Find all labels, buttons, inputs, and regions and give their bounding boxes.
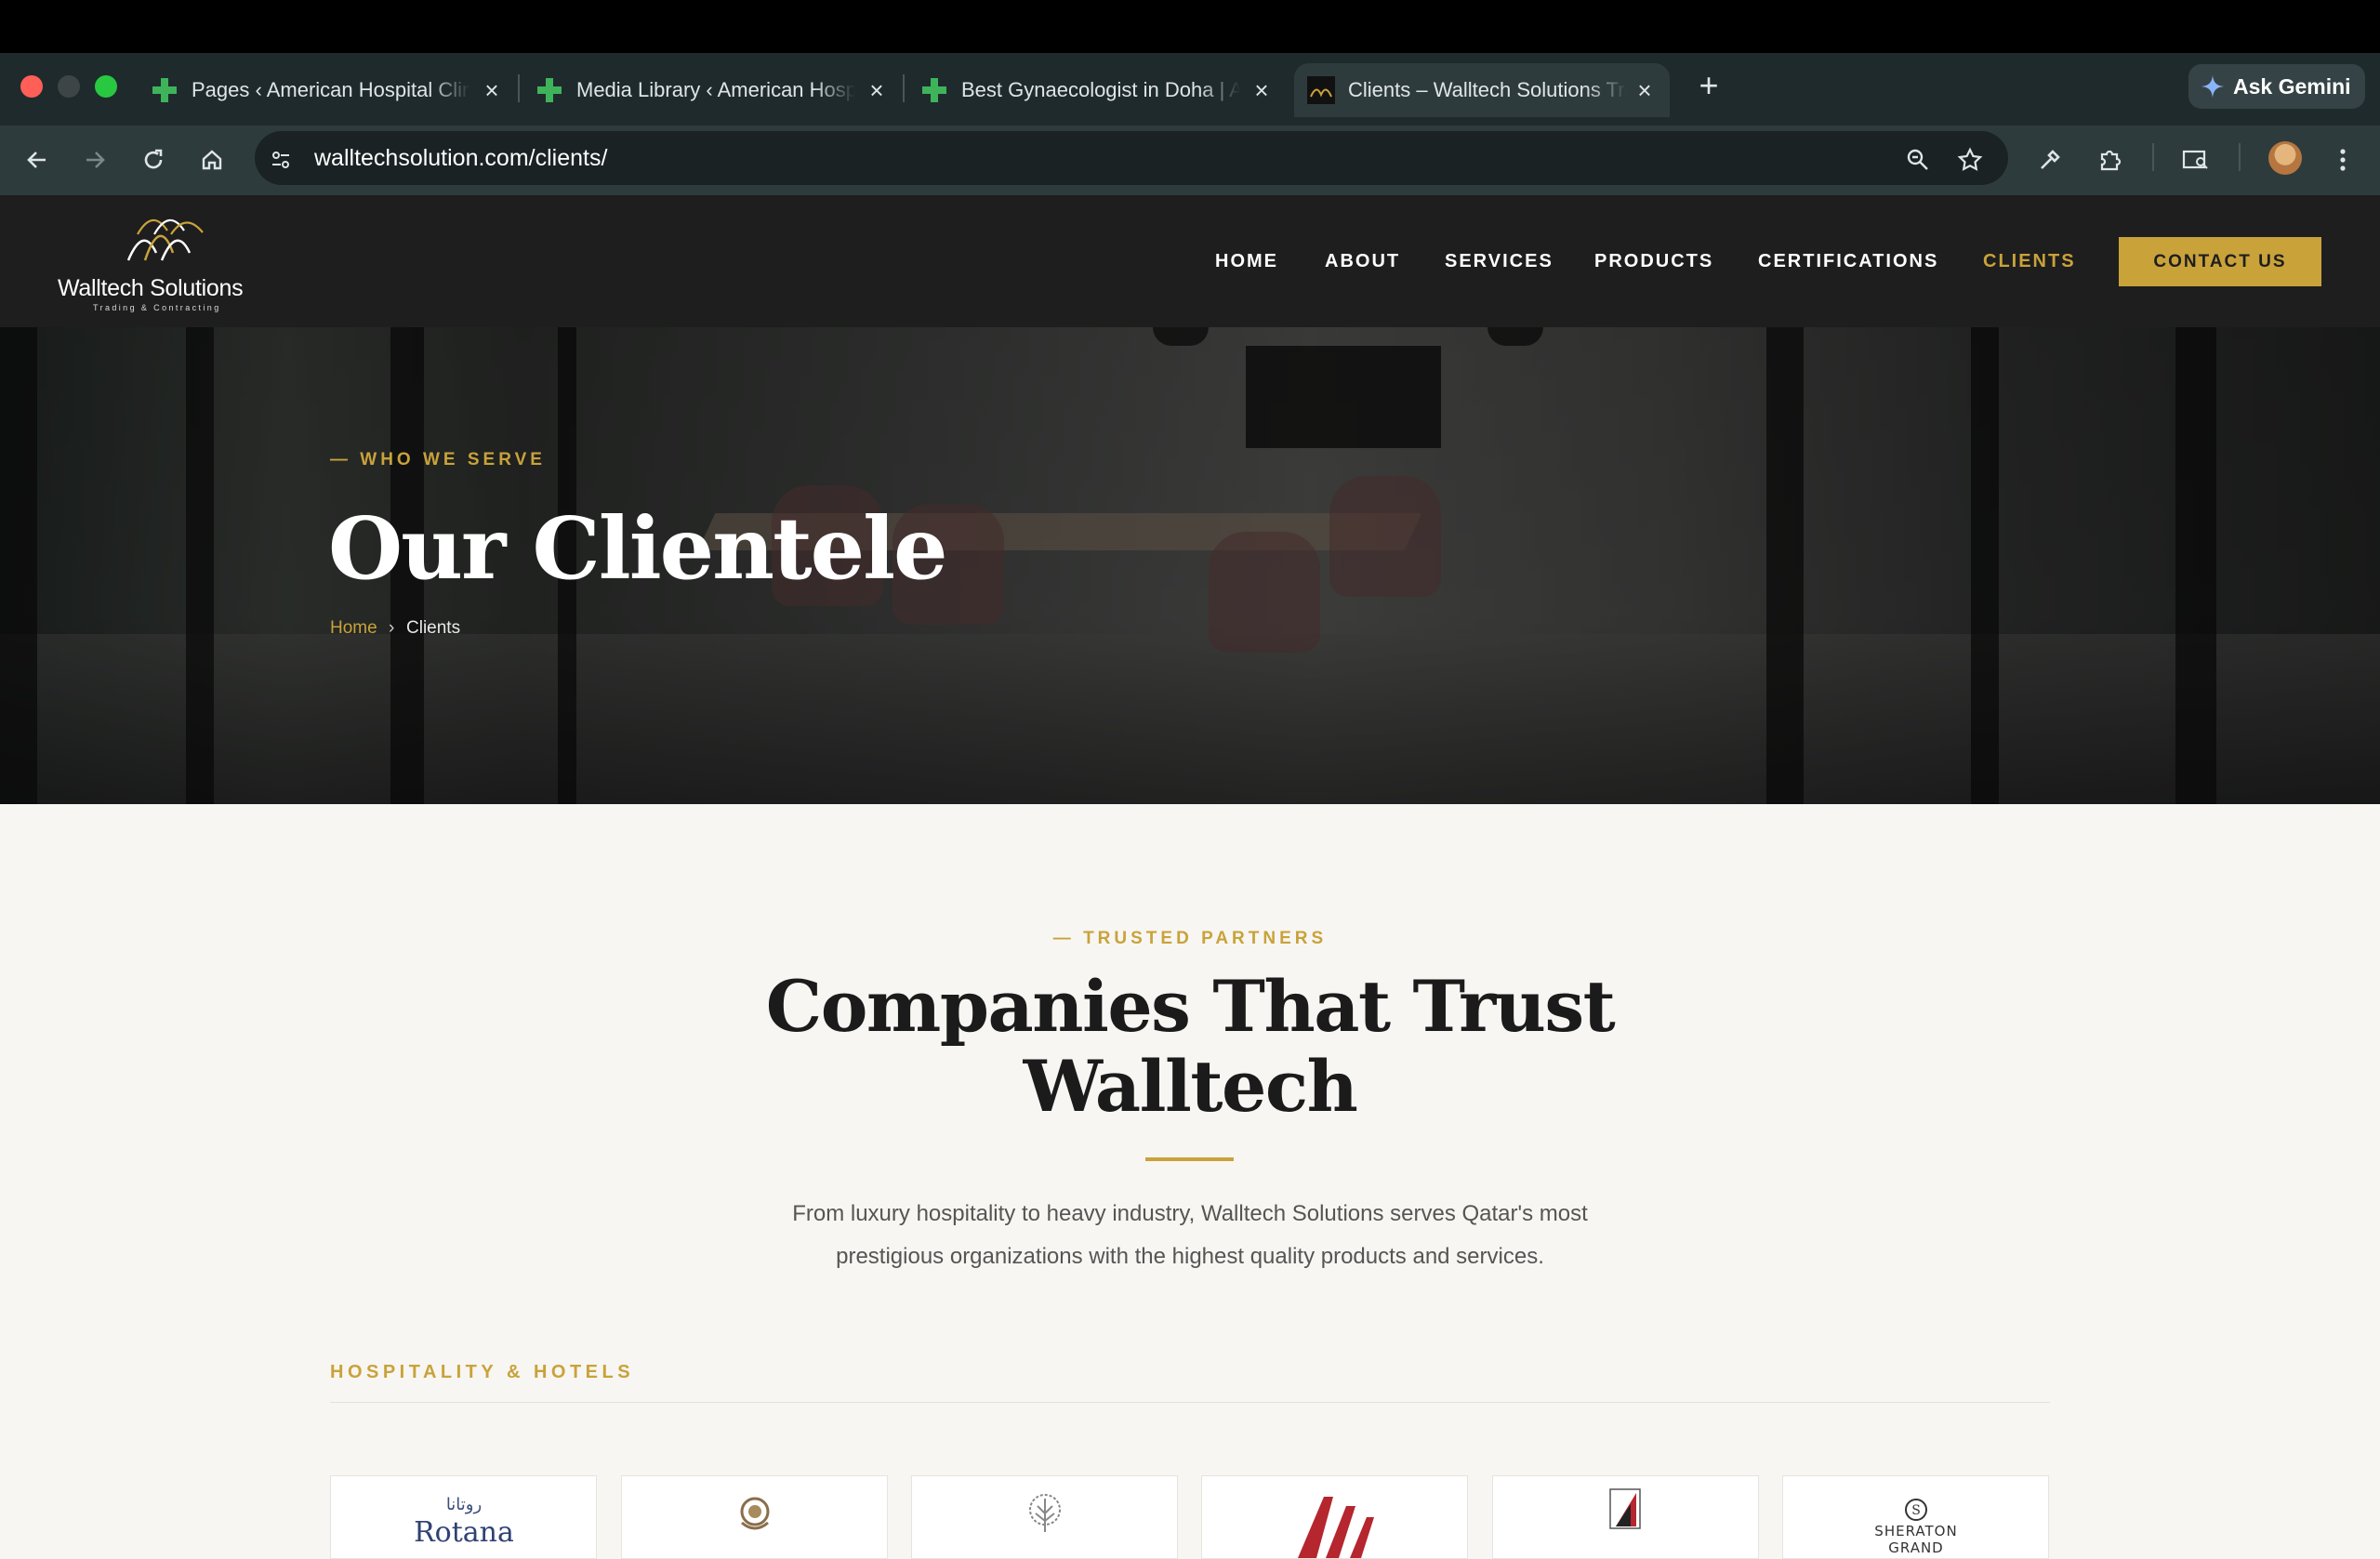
section-title-line1: Companies That Trust (765, 965, 1616, 1048)
close-tab-icon[interactable]: × (480, 78, 504, 102)
tree-logo (1028, 1494, 1061, 1532)
close-tab-icon[interactable]: × (1633, 78, 1657, 102)
green-cross-icon (152, 78, 177, 102)
description-line2: prestigious organizations with the highe… (836, 1244, 1544, 1269)
more-menu-icon[interactable] (2322, 139, 2363, 180)
tab-media-library[interactable]: Media Library ‹ American Hospital × (536, 63, 889, 117)
section-eyebrow: — TRUSTED PARTNERS (1052, 929, 1328, 948)
tab-separator (903, 74, 905, 102)
contact-us-button[interactable]: CONTACT US (2119, 237, 2321, 286)
toolbar-divider (2152, 143, 2154, 171)
title-underline (1145, 1157, 1234, 1161)
client-card-sail[interactable] (1492, 1475, 1759, 1559)
close-tab-icon[interactable]: × (1250, 78, 1274, 102)
green-cross-icon (922, 78, 946, 102)
client-card-crest[interactable] (621, 1475, 888, 1559)
extensions-icon[interactable] (2089, 139, 2130, 180)
new-tab-button[interactable]: + (1690, 67, 1727, 104)
forward-icon[interactable] (74, 139, 115, 180)
home-icon[interactable] (192, 139, 232, 180)
client-card-sheraton[interactable]: S SHERATON GRAND (1782, 1475, 2049, 1559)
category-divider (330, 1402, 2050, 1403)
section-title: Companies That Trust Walltech (0, 967, 2380, 1127)
ask-gemini-button[interactable]: Ask Gemini (2188, 64, 2365, 109)
green-cross-icon (537, 78, 562, 102)
tab-title: Pages ‹ American Hospital Clinic (192, 78, 470, 101)
nav-products[interactable]: PRODUCTS (1594, 251, 1713, 272)
logo-tagline: Trading & Contracting (93, 303, 221, 312)
tab-title: Media Library ‹ American Hospital (576, 78, 855, 101)
section-title-line2: Walltech (1023, 1045, 1358, 1128)
tab-separator (518, 74, 520, 102)
marriott-m-logo (1297, 1497, 1374, 1558)
sail-logo (1608, 1488, 1641, 1529)
close-window-button[interactable] (20, 75, 43, 98)
site-settings-icon[interactable] (260, 139, 301, 180)
svg-text:S: S (1911, 1503, 1921, 1518)
eyedropper-icon[interactable] (2030, 139, 2070, 180)
tab-pages[interactable]: Pages ‹ American Hospital Clinic × (151, 63, 504, 117)
client-card-marriott[interactable] (1201, 1475, 1468, 1559)
breadcrumb-current: Clients (406, 618, 461, 638)
hero-eyebrow: — WHO WE SERVE (330, 450, 546, 469)
close-tab-icon[interactable]: × (865, 78, 889, 102)
url-path: /clients/ (528, 145, 608, 171)
category-heading: HOSPITALITY & HOTELS (330, 1362, 635, 1382)
nav-about[interactable]: ABOUT (1325, 251, 1400, 272)
sheraton-logo: S SHERATON GRAND (1874, 1499, 1957, 1556)
tab-title: Clients – Walltech Solutions Trading (1348, 78, 1627, 101)
url-host: walltechsolution.com (314, 145, 529, 171)
breadcrumb-separator: › (389, 618, 395, 638)
tab-clients[interactable]: Clients – Walltech Solutions Trading × (1294, 63, 1670, 117)
logo-name[interactable]: Walltech Solutions (58, 275, 244, 302)
reload-icon[interactable] (133, 139, 174, 180)
bookmark-star-icon[interactable] (1950, 139, 1990, 180)
tab-gynaecologist[interactable]: Best Gynaecologist in Doha | American × (920, 63, 1274, 117)
svg-text:SHERATON: SHERATON (1874, 1523, 1957, 1539)
page-title: Our Clientele (328, 498, 948, 599)
tab-title: Best Gynaecologist in Doha | American (961, 78, 1240, 101)
zoom-icon[interactable] (1897, 139, 1938, 180)
svg-text:روتانا: روتانا (445, 1495, 481, 1514)
toolbar-divider (2239, 143, 2241, 171)
walltech-favicon (1307, 76, 1335, 104)
os-top-bar (0, 0, 2380, 53)
walltech-logo-mark[interactable] (125, 206, 208, 268)
url-text[interactable]: walltechsolution.com/clients/ (314, 141, 607, 175)
section-description: From luxury hospitality to heavy industr… (725, 1193, 1655, 1278)
rotana-logo: روتانا Rotana (414, 1495, 514, 1549)
svg-text:Rotana: Rotana (414, 1516, 514, 1549)
client-card-tree[interactable] (911, 1475, 1178, 1559)
maximize-window-button[interactable] (95, 75, 117, 98)
minimize-window-button[interactable] (58, 75, 80, 98)
gemini-sparkle-icon (2202, 75, 2224, 98)
crest-logo (740, 1497, 769, 1530)
nav-home[interactable]: HOME (1215, 251, 1278, 272)
back-icon[interactable] (17, 139, 58, 180)
nav-clients[interactable]: CLIENTS (1983, 251, 2076, 272)
svg-text:GRAND: GRAND (1888, 1539, 1943, 1556)
profile-avatar[interactable] (2268, 141, 2302, 175)
breadcrumb-home-link[interactable]: Home (330, 618, 377, 639)
gemini-label: Ask Gemini (2233, 73, 2351, 99)
nav-certifications[interactable]: CERTIFICATIONS (1758, 251, 1938, 272)
description-line1: From luxury hospitality to heavy industr… (792, 1201, 1588, 1226)
client-card-rotana[interactable]: روتانا Rotana (330, 1475, 597, 1559)
nav-services[interactable]: SERVICES (1445, 251, 1554, 272)
tab-search-icon[interactable] (2175, 139, 2216, 180)
